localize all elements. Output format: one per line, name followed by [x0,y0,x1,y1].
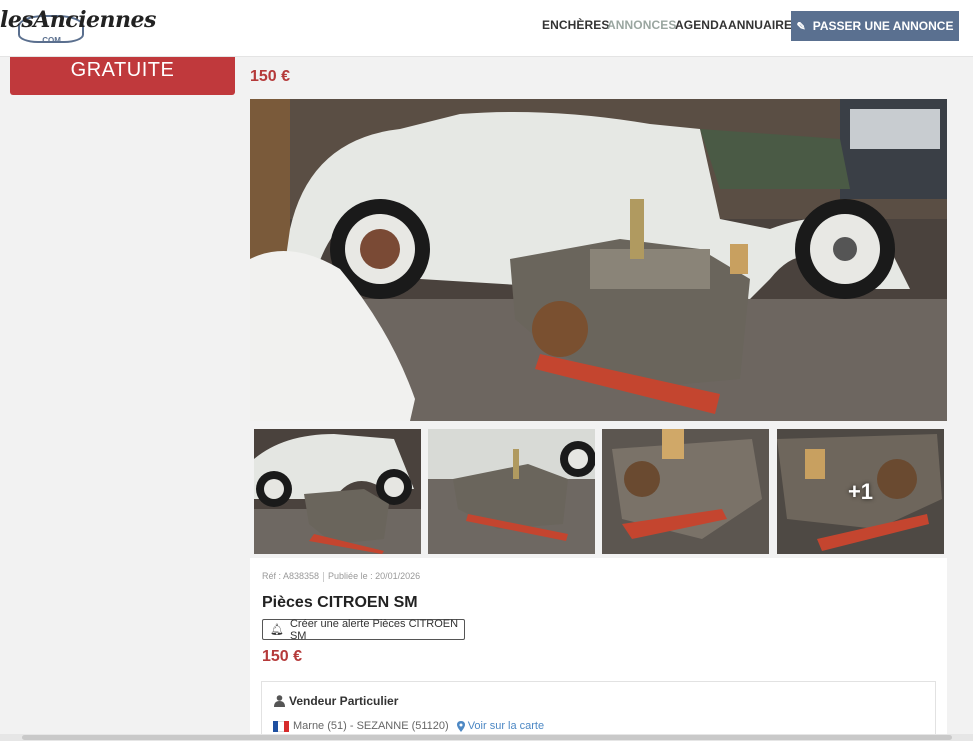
seller-type: Vendeur Particulier [274,694,398,708]
map-marker-icon [456,720,465,732]
logo-domain: .COM [40,36,61,45]
nav-encheres[interactable]: ENCHÈRES [542,18,609,32]
nav-agenda[interactable]: AGENDA [675,18,728,32]
seller-location: Marne (51) - SEZANNE (51120) Voir sur la… [273,720,544,732]
free-ad-button[interactable]: GRATUITE [10,57,235,95]
create-alert-label: Créer une alerte Pièces CITROEN SM [289,617,459,642]
create-alert-button[interactable]: 🔔︎ Créer une alerte Pièces CITROEN SM [262,617,465,642]
main-photo[interactable] [250,99,947,421]
site-logo[interactable]: lesAnciennes .COM [0,5,156,49]
seller-box: Vendeur Particulier Marne (51) - SEZANNE… [261,681,936,741]
view-on-map-link[interactable]: Voir sur la carte [456,720,545,732]
thumbnail-1[interactable] [254,429,421,554]
post-ad-button[interactable]: ✎ PASSER UNE ANNONCE [791,11,959,41]
more-photos-count: +1 [847,478,874,504]
listing-details: Réf : A838358 Publiée le : 20/01/2026 Piè… [250,558,947,741]
thumbnail-3[interactable] [602,429,769,554]
pencil-icon: ✎ [796,20,806,33]
logo-text: lesAnciennes [0,7,156,33]
seller-type-label: Vendeur Particulier [289,694,399,708]
bell-icon: 🔔︎ [270,624,284,636]
listing-title: Pièces CITROEN SM [262,594,418,611]
seller-location-text: Marne (51) - SEZANNE (51120) [293,720,449,732]
price-header: 150 € [250,68,291,85]
thumbnail-4[interactable]: +1 [777,429,944,554]
free-ad-label: GRATUITE [70,59,175,81]
listing-published-date: Publiée le : 20/01/2026 [328,571,421,581]
listing-price: 150 € [262,648,303,665]
nav-annonces[interactable]: ANNONCES [607,18,676,32]
scrollbar-thumb[interactable] [22,735,952,740]
nav-annuaire[interactable]: ANNUAIRE [728,18,792,32]
user-icon [274,695,285,707]
horizontal-scrollbar[interactable] [0,734,973,741]
view-on-map-label: Voir sur la carte [467,720,545,732]
post-ad-label: PASSER UNE ANNONCE [812,19,954,33]
thumbnail-2[interactable] [428,429,595,554]
listing-ref: Réf : A838358 [262,571,320,581]
france-flag-icon [273,720,289,732]
site-header: lesAnciennes .COM ENCHÈRES ANNONCES AGEN… [0,0,973,57]
listing-meta: Réf : A838358 Publiée le : 20/01/2026 [262,571,420,582]
